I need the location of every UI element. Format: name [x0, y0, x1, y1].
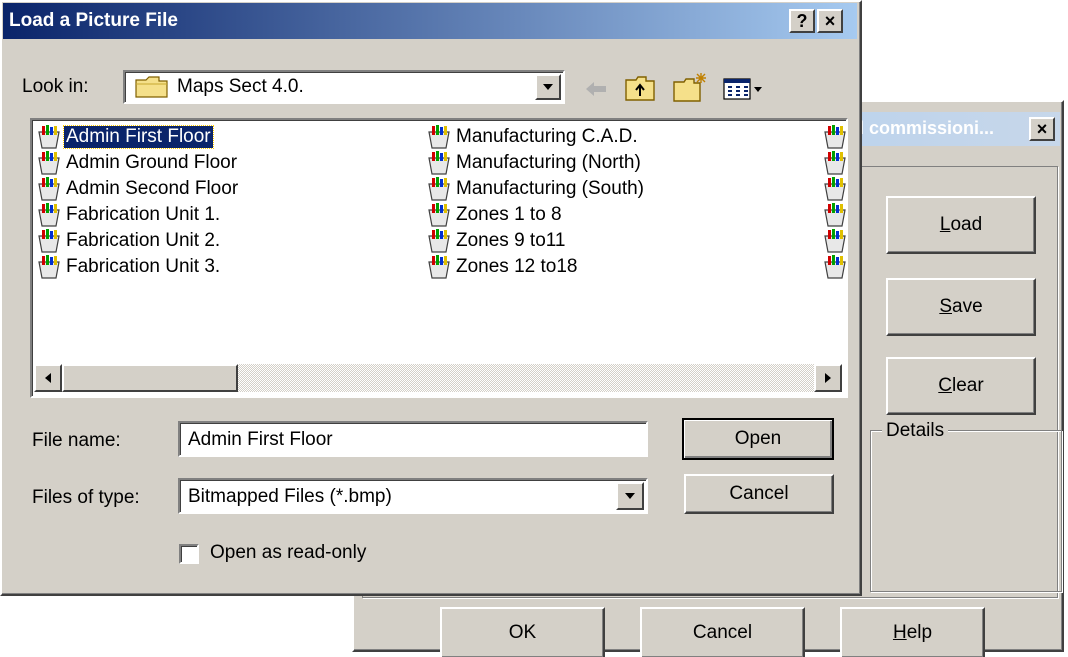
background-dialog-title: l commissioni...	[859, 118, 995, 138]
look-in-value: Maps Sect 4.0.	[177, 76, 304, 97]
look-in-dropdown-button[interactable]	[535, 74, 561, 100]
file-list-item[interactable]: Fabrication Unit 3.	[36, 254, 222, 280]
file-list-item[interactable]: Manufacturing (South)	[426, 176, 646, 202]
picture-file-icon	[426, 228, 452, 254]
scrollbar-thumb[interactable]	[62, 364, 238, 392]
file-list-item-label: Manufacturing C.A.D.	[456, 126, 638, 147]
look-in-combobox[interactable]: Maps Sect 4.0.	[123, 70, 565, 104]
ok-button[interactable]: OK	[440, 607, 605, 657]
file-list-item[interactable]: Admin Ground Floor	[36, 150, 239, 176]
picture-file-icon[interactable]	[822, 254, 846, 280]
file-list-item[interactable]: Zones 9 to11	[426, 228, 568, 254]
details-groupbox	[870, 430, 1062, 592]
picture-file-icon	[36, 176, 62, 202]
help-button[interactable]: Help	[840, 607, 985, 657]
horizontal-scrollbar[interactable]	[34, 364, 842, 392]
dropdown-arrow-icon	[543, 84, 553, 90]
folder-icon	[135, 75, 169, 105]
picture-file-icon[interactable]	[822, 124, 846, 150]
file-list-item-label: Admin First Floor	[63, 125, 214, 149]
read-only-label[interactable]: Open as read-only	[210, 542, 366, 564]
picture-file-icon[interactable]	[822, 150, 846, 176]
dialog-titlebar: Load a Picture File ? ×	[3, 3, 857, 39]
load-button[interactable]: Load	[886, 196, 1036, 254]
picture-file-icon	[36, 254, 62, 280]
footer-cancel-button[interactable]: Cancel	[640, 607, 805, 657]
file-list-item-label: Zones 12 to18	[456, 256, 578, 277]
picture-file-icon[interactable]	[822, 176, 846, 202]
file-list-item-label: Admin Ground Floor	[66, 152, 238, 173]
file-list-item-label: Manufacturing (North)	[456, 152, 641, 173]
picture-file-icon[interactable]	[822, 202, 846, 228]
files-of-type-label: Files of type:	[32, 487, 140, 508]
dropdown-arrow-icon	[625, 493, 635, 499]
picture-file-icon	[426, 176, 452, 202]
help-icon: ?	[796, 10, 808, 31]
scroll-left-button[interactable]	[34, 364, 62, 392]
file-list-item[interactable]: Zones 12 to18	[426, 254, 579, 280]
file-list-item-label: Fabrication Unit 1.	[66, 204, 221, 225]
picture-file-icon	[426, 150, 452, 176]
background-dialog-close-button[interactable]: ×	[1029, 117, 1055, 141]
picture-file-icon	[36, 124, 62, 150]
file-name-label: File name:	[32, 430, 121, 451]
close-icon: ×	[1036, 118, 1048, 139]
file-list-item-label: Zones 1 to 8	[456, 204, 562, 225]
new-folder-button[interactable]	[672, 72, 708, 104]
file-list-item[interactable]: Manufacturing (North)	[426, 150, 643, 176]
save-button[interactable]: Save	[886, 278, 1036, 336]
look-in-label: Look in:	[22, 76, 89, 97]
open-button[interactable]: Open	[682, 418, 834, 460]
close-icon: ×	[824, 10, 836, 31]
picture-file-icon	[426, 202, 452, 228]
file-list-item[interactable]: Admin Second Floor	[36, 176, 240, 202]
up-one-level-button[interactable]	[624, 74, 656, 104]
files-of-type-combobox[interactable]: Bitmapped Files (*.bmp)	[178, 478, 648, 514]
help-title-button[interactable]: ?	[789, 9, 815, 33]
file-list[interactable]: Admin First Floor Admin Ground Floor Admin…	[30, 118, 848, 398]
scroll-right-icon	[825, 373, 831, 383]
file-list-item-label: Fabrication Unit 2.	[66, 230, 221, 251]
picture-file-icon	[36, 202, 62, 228]
file-list-item-label: Manufacturing (South)	[456, 178, 644, 199]
file-list-item-label: Admin Second Floor	[66, 178, 239, 199]
details-label: Details	[882, 420, 949, 442]
file-list-item-label: Fabrication Unit 3.	[66, 256, 221, 277]
file-name-input[interactable]: Admin First Floor	[178, 421, 648, 457]
view-menu-button[interactable]	[722, 74, 766, 104]
picture-file-icon	[426, 254, 452, 280]
picture-file-icon	[36, 228, 62, 254]
scroll-right-button[interactable]	[814, 364, 842, 392]
file-list-item-label: Zones 9 to11	[456, 230, 566, 251]
up-folder-icon	[625, 76, 655, 101]
picture-file-icon[interactable]	[822, 228, 846, 254]
dialog-title: Load a Picture File	[9, 10, 178, 31]
file-list-item[interactable]: Manufacturing C.A.D.	[426, 124, 640, 150]
view-menu-icon	[723, 78, 762, 100]
close-title-button[interactable]: ×	[817, 9, 843, 33]
file-list-item[interactable]: Fabrication Unit 2.	[36, 228, 222, 254]
file-list-item[interactable]: Fabrication Unit 1.	[36, 202, 222, 228]
clear-button[interactable]: Clear	[886, 357, 1036, 415]
new-folder-icon	[673, 73, 706, 102]
cancel-button[interactable]: Cancel	[684, 474, 834, 514]
picture-file-icon	[36, 150, 62, 176]
file-list-item[interactable]: Zones 1 to 8	[426, 202, 564, 228]
back-button[interactable]	[582, 76, 610, 102]
picture-file-icon	[426, 124, 452, 150]
file-list-item[interactable]: Admin First Floor	[36, 124, 214, 150]
files-of-type-dropdown-button[interactable]	[616, 482, 644, 510]
read-only-checkbox[interactable]	[179, 544, 199, 564]
back-arrow-icon	[586, 82, 606, 96]
scroll-left-icon	[45, 373, 51, 383]
load-picture-dialog: Load a Picture File ? × Look in: Maps Se…	[0, 0, 862, 596]
